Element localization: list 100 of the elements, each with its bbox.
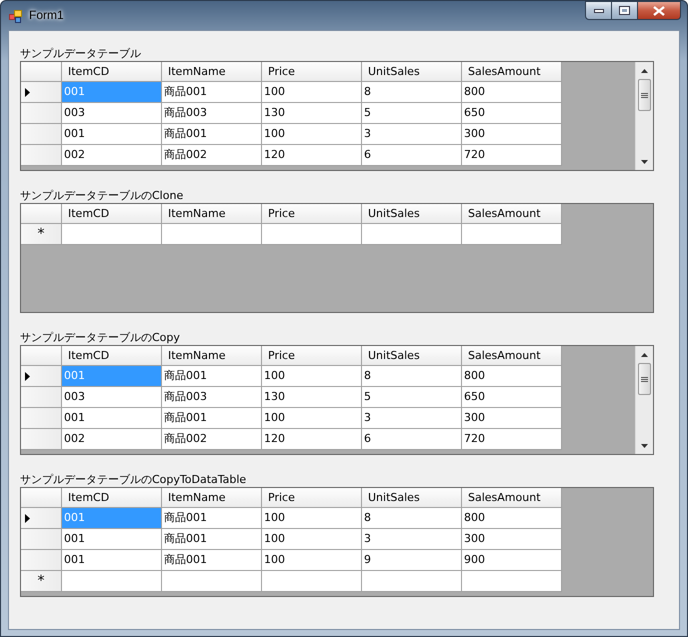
scroll-up-icon[interactable] [641,352,648,356]
form-icon [9,9,23,23]
table-cell: 8 [362,82,462,103]
column-header[interactable]: ItemName [162,204,262,224]
table-cell: 650 [462,387,562,408]
table-cell: 商品001 [162,550,262,571]
column-header[interactable]: UnitSales [362,488,462,508]
table-cell: 3 [362,124,462,145]
table-cell: 6 [362,145,462,166]
table-cell: 001 [62,366,162,387]
table-cell: 002 [62,145,162,166]
close-icon [653,6,665,16]
new-row-marker: * [38,227,44,241]
table-cell: 003 [62,387,162,408]
column-header[interactable]: SalesAmount [462,346,562,366]
table-cell: 001 [62,529,162,550]
table-cell: 商品001 [162,124,262,145]
table-cell: 001 [62,124,162,145]
column-header[interactable]: SalesAmount [462,488,562,508]
table-cell: 100 [262,82,362,103]
column-header[interactable]: ItemName [162,62,262,82]
grid-caption: サンプルデータテーブルのCopy [20,331,181,345]
table-cell: 800 [462,82,562,103]
table-cell: 650 [462,103,562,124]
table-cell: 120 [262,429,362,450]
table-cell: 003 [62,103,162,124]
table-cell: 100 [262,550,362,571]
table-cell: 8 [362,508,462,529]
table-cell: 800 [462,508,562,529]
table-cell: 100 [262,366,362,387]
column-header[interactable]: UnitSales [362,346,462,366]
table-cell: 300 [462,408,562,429]
close-button[interactable] [638,1,681,20]
table-cell: 9 [362,550,462,571]
vertical-scrollbar[interactable] [635,62,653,170]
vertical-scrollbar[interactable] [635,346,653,454]
column-header[interactable]: Price [262,62,362,82]
row-header[interactable] [21,366,62,387]
table-cell: 001 [62,550,162,571]
column-header[interactable]: SalesAmount [462,204,562,224]
table-cell: 8 [362,366,462,387]
table-cell: 002 [62,429,162,450]
table-cell: 001 [62,508,162,529]
table-cell: 商品001 [162,508,262,529]
column-header[interactable]: Price [262,488,362,508]
table-cell: 商品002 [162,429,262,450]
table-cell: 130 [262,103,362,124]
column-header[interactable]: UnitSales [362,204,462,224]
table-cell: 5 [362,387,462,408]
table-cell: 商品001 [162,408,262,429]
table-cell: 100 [262,408,362,429]
scroll-down-icon[interactable] [641,160,648,164]
table-cell: 3 [362,408,462,429]
new-row-marker: * [38,574,44,588]
column-header[interactable]: UnitSales [362,62,462,82]
grid-caption: サンプルデータテーブルのClone [20,189,184,203]
table-cell: 100 [262,529,362,550]
current-row-icon [25,514,30,522]
table-cell: 130 [262,387,362,408]
row-header[interactable] [21,508,62,529]
current-row-icon [25,372,30,380]
table-cell: 720 [462,429,562,450]
table-cell: 300 [462,529,562,550]
table-cell: 商品003 [162,103,262,124]
current-row-icon [25,88,30,96]
table-cell: 商品001 [162,366,262,387]
table-cell: 商品003 [162,387,262,408]
scrollbar-thumb[interactable] [638,363,651,395]
minimize-icon [594,8,604,12]
column-header[interactable]: ItemName [162,488,262,508]
row-header[interactable] [21,82,62,103]
table-cell: 120 [262,145,362,166]
table-cell: 商品002 [162,145,262,166]
maximize-icon [619,6,630,15]
grid-caption: サンプルデータテーブル [20,47,142,61]
column-header[interactable]: Price [262,346,362,366]
column-header[interactable]: ItemName [162,346,262,366]
scroll-up-icon[interactable] [641,68,648,72]
table-cell: 100 [262,508,362,529]
column-header[interactable]: Price [262,204,362,224]
column-header[interactable]: ItemCD [62,204,162,224]
scrollbar-thumb[interactable] [638,79,651,111]
table-cell: 300 [462,124,562,145]
table-cell: 100 [262,124,362,145]
column-header[interactable]: ItemCD [62,488,162,508]
minimize-button[interactable] [585,1,612,20]
maximize-button[interactable] [612,1,638,20]
table-cell: 商品001 [162,529,262,550]
table-cell: 商品001 [162,82,262,103]
column-header[interactable]: ItemCD [62,62,162,82]
scroll-down-icon[interactable] [641,444,648,448]
table-cell: 720 [462,145,562,166]
table-cell: 6 [362,429,462,450]
table-cell: 001 [62,408,162,429]
column-header[interactable]: SalesAmount [462,62,562,82]
grid-caption: サンプルデータテーブルのCopyToDataTable [20,473,248,487]
column-header[interactable]: ItemCD [62,346,162,366]
table-cell: 5 [362,103,462,124]
table-cell: 3 [362,529,462,550]
table-cell: 001 [62,82,162,103]
